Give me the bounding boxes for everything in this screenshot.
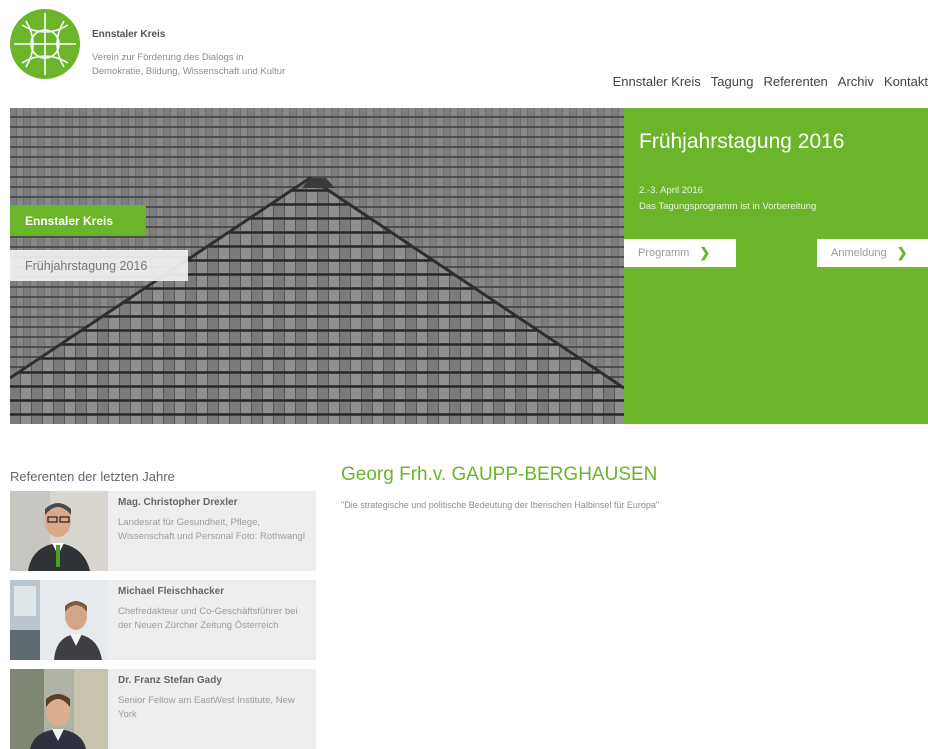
referee-card[interactable]: Mag. Christopher Drexler Landesrat für G… xyxy=(10,491,316,571)
site-title: Ennstaler Kreis xyxy=(92,29,166,40)
site-subtitle: Verein zur Förderung des Dialogs in Demo… xyxy=(92,51,352,79)
anmeldung-button[interactable]: Anmeldung ❯ xyxy=(817,239,928,267)
referee-name: Michael Fleischhacker xyxy=(118,586,225,597)
programm-button[interactable]: Programm ❯ xyxy=(624,239,736,267)
nav-item-tagung[interactable]: Tagung xyxy=(711,74,754,89)
hero-date: 2.-3. April 2016 xyxy=(639,185,703,196)
nav-item-referenten[interactable]: Referenten xyxy=(763,74,827,89)
anmeldung-button-label: Anmeldung xyxy=(831,247,887,259)
referee-description: Chefredakteur und Co-Geschäftsführer bei… xyxy=(118,606,298,631)
hero-status: Das Tagungsprogramm ist in Vorbereitung xyxy=(639,201,817,212)
hero-panel-info: 2.-3. April 2016 Das Tagungsprogramm ist… xyxy=(639,183,816,215)
referee-card[interactable]: Michael Fleischhacker Chefredakteur und … xyxy=(10,580,316,660)
site-subtitle-line-1: Verein zur Förderung des Dialogs in xyxy=(92,52,244,63)
site-subtitle-line-2: Demokratie, Bildung, Wissenschaft und Ku… xyxy=(92,66,286,77)
hero-panel-title: Frühjahrstagung 2016 xyxy=(639,130,845,153)
chevron-right-icon: ❯ xyxy=(699,245,711,260)
referee-card[interactable]: Dr. Franz Stefan Gady Senior Fellow am E… xyxy=(10,669,316,749)
referee-photo xyxy=(10,580,108,660)
hero-panel: Frühjahrstagung 2016 2.-3. April 2016 Da… xyxy=(624,108,928,424)
referee-description: Landesrat für Gesundheit, Pflege, Wissen… xyxy=(118,517,305,542)
hero-tag-fruehjahrstagung[interactable]: Frühjahrstagung 2016 xyxy=(10,250,188,281)
referee-name: Dr. Franz Stefan Gady xyxy=(118,675,222,686)
referee-description: Senior Fellow am EastWest Institute, New… xyxy=(118,695,295,720)
hero-tag-ennstaler-kreis[interactable]: Ennstaler Kreis xyxy=(10,205,146,236)
referees-heading: Referenten der letzten Jahre xyxy=(10,469,175,484)
speaker-title[interactable]: Georg Frh.v. GAUPP-BERGHAUSEN xyxy=(341,464,657,486)
referee-photo xyxy=(10,491,108,571)
nav-item-kontakt[interactable]: Kontakt xyxy=(884,74,928,89)
main-nav: Ennstaler Kreis Tagung Referenten Archiv… xyxy=(613,74,928,89)
site-logo[interactable] xyxy=(10,9,80,79)
nav-item-archiv[interactable]: Archiv xyxy=(838,74,874,89)
nav-item-ennstaler-kreis[interactable]: Ennstaler Kreis xyxy=(613,74,701,89)
referee-photo xyxy=(10,669,108,749)
referee-name: Mag. Christopher Drexler xyxy=(118,497,238,508)
chevron-right-icon: ❯ xyxy=(896,245,908,260)
speaker-topic: "Die strategische und politische Bedeutu… xyxy=(341,500,660,510)
programm-button-label: Programm xyxy=(638,247,690,259)
